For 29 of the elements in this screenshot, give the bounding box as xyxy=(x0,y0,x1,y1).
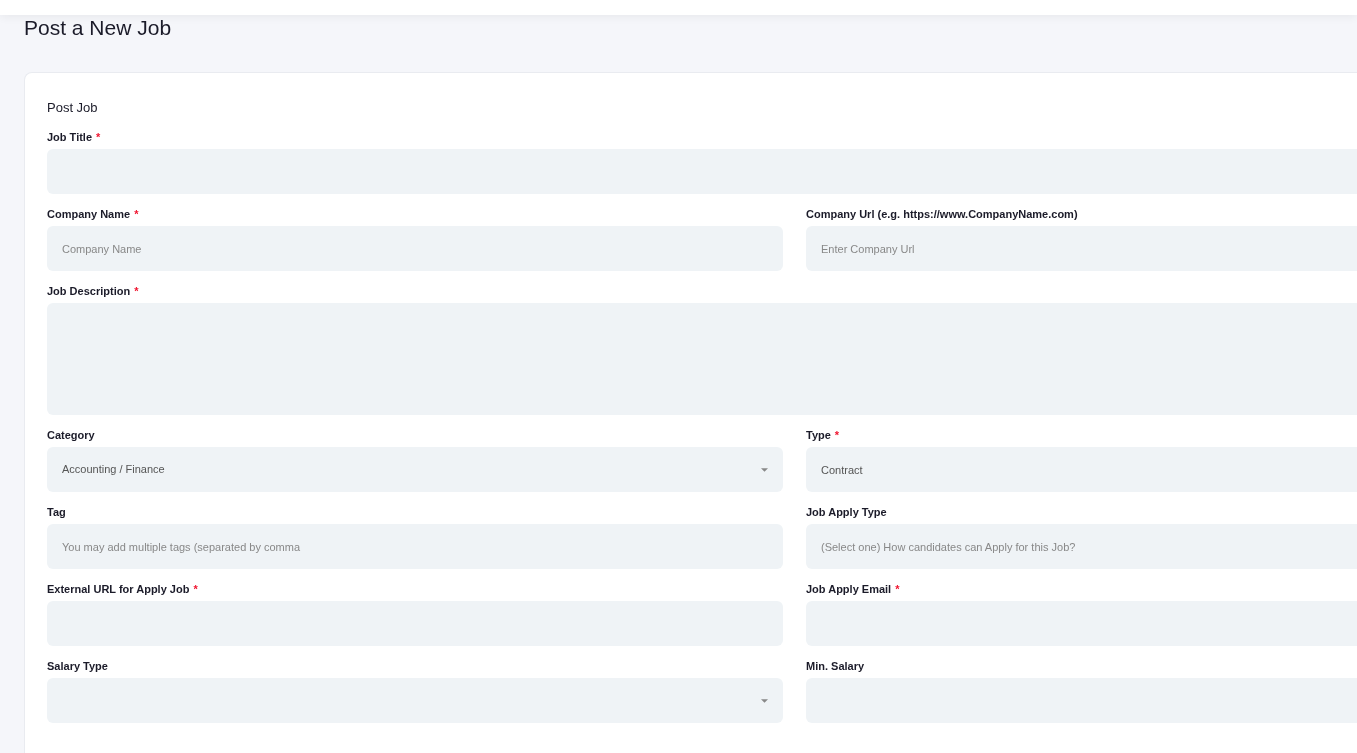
input-field[interactable]: You may add multiple tags (separated by comma xyxy=(47,524,783,569)
input-field[interactable]: Contract xyxy=(806,447,1357,492)
field-label: Job Title xyxy=(47,131,93,144)
input-field[interactable]: Enter Company Url xyxy=(806,226,1357,271)
input-field[interactable]: Company Name xyxy=(47,226,783,271)
field-label: Company Name xyxy=(47,208,131,221)
field-label: Job Description xyxy=(47,285,131,298)
caret-icon xyxy=(761,698,768,703)
required-mark: * xyxy=(134,285,139,298)
field-label: Company Url (e.g. https://www.CompanyName.com) xyxy=(806,208,1078,221)
input-field[interactable]: (Select one) How candidates can Apply for this Job? xyxy=(806,524,1357,569)
field-label: Category xyxy=(47,429,95,442)
select-field[interactable] xyxy=(47,678,783,723)
field-label: Salary Type xyxy=(47,660,108,673)
field-label: Type xyxy=(806,429,831,442)
required-mark: * xyxy=(895,583,900,596)
required-mark: * xyxy=(96,131,101,144)
required-mark: * xyxy=(193,583,198,596)
page-title: Post a New Job xyxy=(24,16,172,40)
field-label: Min. Salary xyxy=(806,660,865,673)
field-label: External URL for Apply Job xyxy=(47,583,190,596)
caret-icon xyxy=(761,467,768,472)
field-label: Job Apply Type xyxy=(806,506,887,519)
field-label: Job Apply Email xyxy=(806,583,892,596)
select-field[interactable]: Accounting / Finance xyxy=(47,447,783,492)
required-mark: * xyxy=(834,429,840,442)
required-mark: * xyxy=(134,208,139,221)
card-title: Post Job xyxy=(47,100,98,116)
field-label: Tag xyxy=(47,506,66,519)
